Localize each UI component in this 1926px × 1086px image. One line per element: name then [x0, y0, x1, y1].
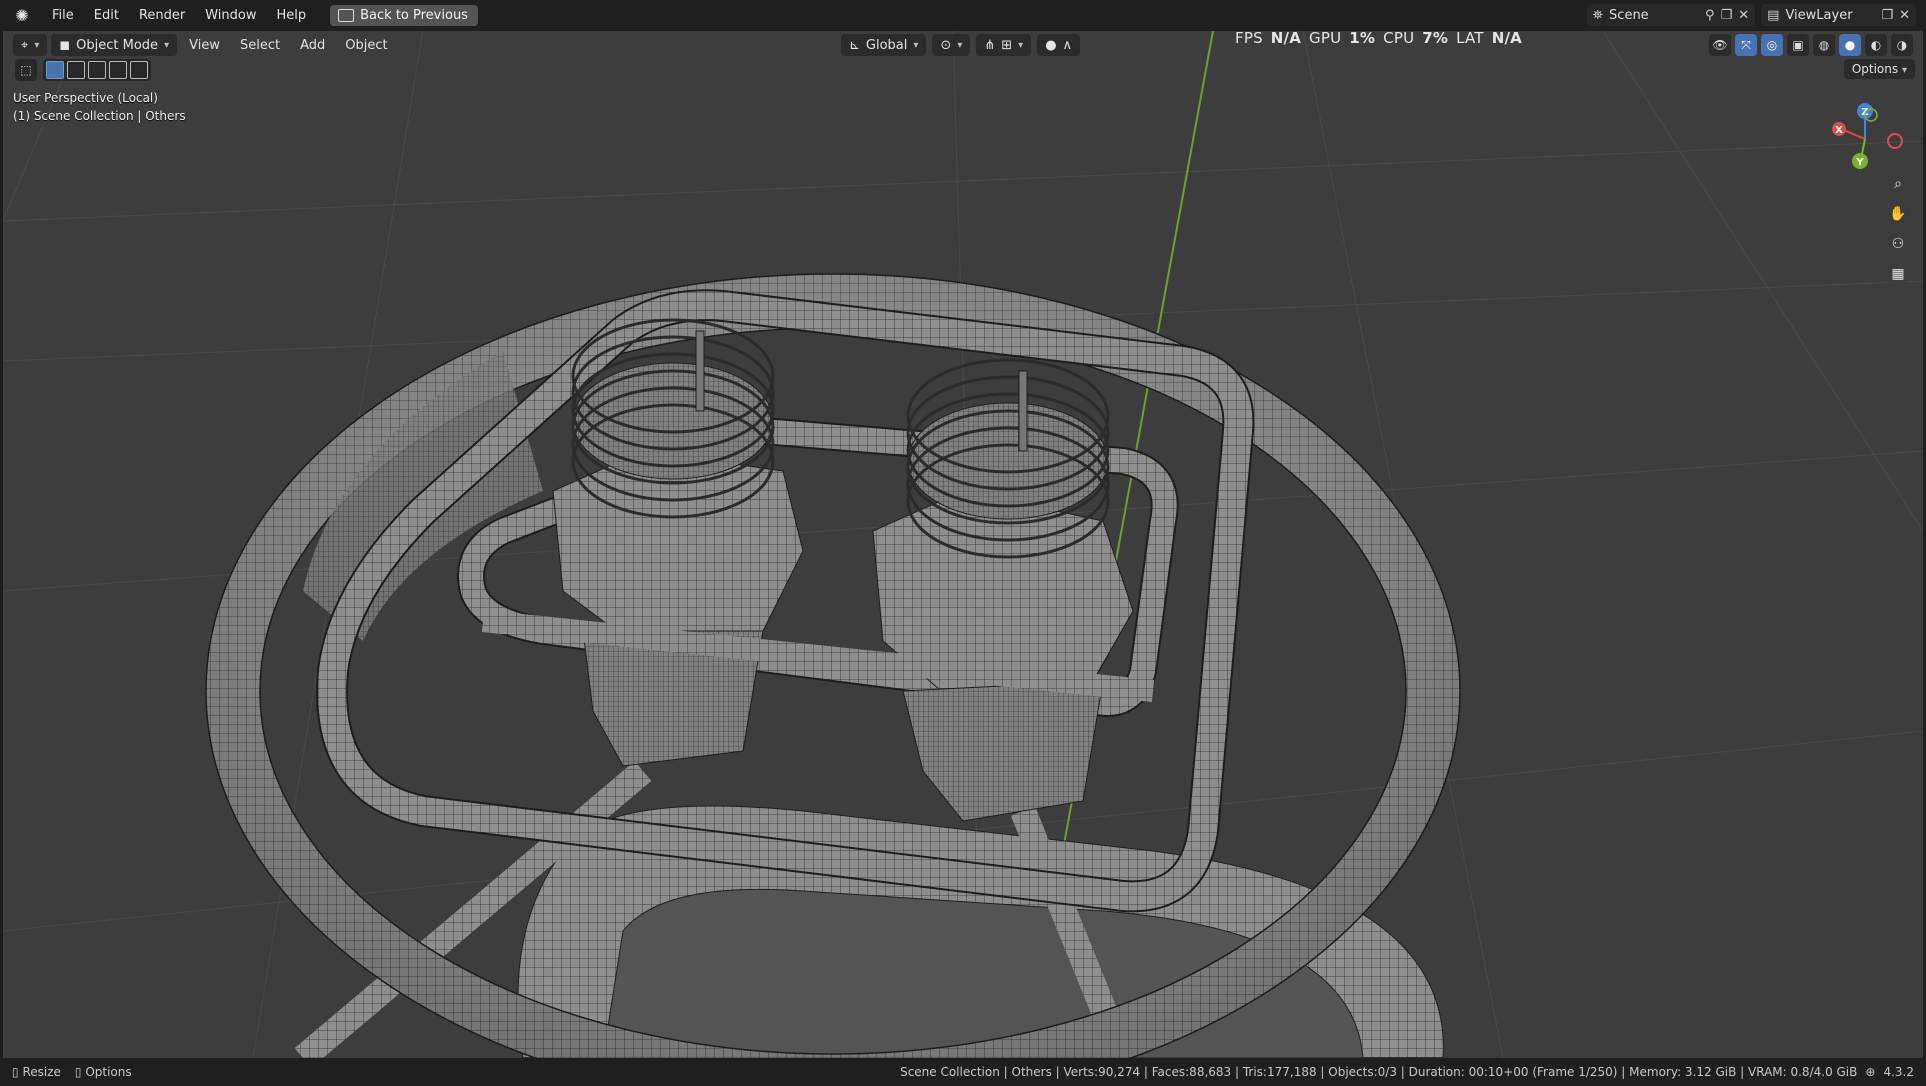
- snap-icon: ⋔: [984, 37, 996, 53]
- resize-hint: ▯ Resize: [12, 1065, 61, 1079]
- select-invert-icon[interactable]: [109, 61, 127, 79]
- gpu-value: 1%: [1349, 31, 1376, 47]
- scene-name[interactable]: Scene: [1609, 8, 1699, 23]
- snapping-dropdown[interactable]: ⋔ ⊞ ▾: [976, 34, 1032, 56]
- view-layer-name[interactable]: ViewLayer: [1785, 8, 1875, 23]
- neg-x-axis-handle[interactable]: [1887, 133, 1903, 149]
- fps-value: N/A: [1270, 31, 1302, 47]
- back-to-previous-label: Back to Previous: [360, 8, 468, 23]
- select-extend-icon[interactable]: [67, 61, 85, 79]
- back-to-previous-button[interactable]: Back to Previous: [330, 5, 478, 26]
- select-intersect-icon[interactable]: [130, 61, 148, 79]
- orientation-icon: ⊾: [849, 37, 860, 53]
- menu-render[interactable]: Render: [131, 4, 193, 27]
- transform-orientation-dropdown[interactable]: ⊾ Global ▾: [841, 34, 927, 56]
- menu-object[interactable]: Object: [337, 35, 395, 56]
- 3d-viewport[interactable]: ⌖ ▾ ◼ Object Mode ▾ View Select Add Objec…: [3, 31, 1923, 1058]
- wireframe-shading-icon[interactable]: ◍: [1813, 34, 1835, 56]
- viewport-header: ⌖ ▾ ◼ Object Mode ▾ View Select Add Objec…: [3, 31, 1923, 59]
- proportional-editing-dropdown[interactable]: ● ∧: [1037, 34, 1081, 56]
- viewport-editor-icon: ⌖: [21, 37, 29, 53]
- overlays-toggle-icon[interactable]: ◎: [1761, 34, 1783, 56]
- orientation-label: Global: [865, 37, 908, 53]
- viewport-info: User Perspective (Local) (1) Scene Colle…: [13, 89, 186, 125]
- options-hint: ▯ Options: [75, 1065, 132, 1079]
- zoom-icon[interactable]: ⌕: [1885, 171, 1911, 197]
- select-tool-icon[interactable]: ⬚: [15, 59, 37, 81]
- chevron-down-icon: ▾: [34, 39, 40, 51]
- x-axis-label: X: [1835, 125, 1843, 136]
- menu-help[interactable]: Help: [269, 4, 315, 27]
- cpu-label: CPU: [1383, 31, 1415, 47]
- blender-logo-icon[interactable]: ✺: [12, 6, 32, 26]
- gpu-label: GPU: [1309, 31, 1342, 47]
- chevron-down-icon: ▾: [1018, 39, 1024, 51]
- mouse-icon: ▯: [12, 1065, 19, 1079]
- screen-back-icon: [338, 9, 355, 22]
- object-mode-dropdown[interactable]: ◼ Object Mode ▾: [51, 34, 178, 56]
- right-emitter: [872, 358, 1134, 822]
- performance-overlay: FPS N/A GPU 1% CPU 7% LAT N/A: [1235, 31, 1522, 47]
- top-bar: ✺ File Edit Render Window Help Back to P…: [0, 0, 1926, 31]
- camera-view-icon[interactable]: ⚇: [1885, 231, 1911, 257]
- rendered-shading-icon[interactable]: ◑: [1891, 34, 1913, 56]
- network-icon: ⊕: [1865, 1065, 1876, 1079]
- menu-select[interactable]: Select: [232, 35, 288, 56]
- chevron-down-icon: ▾: [164, 39, 170, 51]
- tool-settings: ⬚: [15, 59, 151, 81]
- perspective-toggle-icon[interactable]: ▦: [1885, 261, 1911, 287]
- scene-icon: ⛯: [1592, 7, 1604, 23]
- falloff-icon: ∧: [1062, 37, 1073, 53]
- collection-name: (1) Scene Collection | Others: [13, 109, 186, 123]
- new-view-layer-icon[interactable]: ❐: [1881, 8, 1893, 23]
- menu-edit[interactable]: Edit: [86, 4, 127, 27]
- selection-mode-group: [43, 59, 151, 81]
- pin-icon[interactable]: ⚲: [1705, 8, 1715, 23]
- solid-shading-icon[interactable]: ●: [1839, 34, 1861, 56]
- chevron-down-icon: ▾: [957, 39, 963, 51]
- view-layer-icon: ▤: [1767, 7, 1780, 23]
- snap-target-icon: ⊞: [1001, 37, 1013, 53]
- y-axis-label: Y: [1855, 157, 1864, 168]
- new-scene-icon[interactable]: ❐: [1721, 8, 1733, 23]
- status-bar: ▯ Resize ▯ Options Scene Collection | Ot…: [0, 1058, 1926, 1086]
- options-dropdown[interactable]: Options ▾: [1843, 59, 1915, 79]
- xray-toggle-icon[interactable]: ▣: [1787, 34, 1809, 56]
- viewport-scene[interactable]: [3, 31, 1923, 1058]
- select-subtract-icon[interactable]: [88, 61, 106, 79]
- menu-add[interactable]: Add: [292, 35, 333, 56]
- left-emitter: [552, 318, 804, 767]
- delete-view-layer-icon[interactable]: ✕: [1899, 8, 1910, 23]
- gizmos-toggle-icon[interactable]: ⤧: [1735, 34, 1757, 56]
- view-name: User Perspective (Local): [13, 91, 158, 105]
- pivot-point-dropdown[interactable]: ⊙ ▾: [932, 34, 971, 56]
- menu-window[interactable]: Window: [197, 4, 264, 27]
- lat-value: N/A: [1491, 31, 1522, 47]
- chevron-down-icon: ▾: [913, 39, 919, 51]
- editor-type-button[interactable]: ⌖ ▾: [13, 34, 48, 56]
- pivot-icon: ⊙: [940, 37, 952, 53]
- menu-view[interactable]: View: [181, 35, 228, 56]
- mouse-icon: ▯: [74, 1065, 82, 1079]
- chevron-down-icon: ▾: [1901, 65, 1907, 76]
- object-mode-label: Object Mode: [76, 37, 159, 53]
- pan-hand-icon[interactable]: ✋: [1885, 201, 1911, 227]
- object-mode-icon: ◼: [59, 37, 71, 53]
- options-hint-label: Options: [85, 1065, 132, 1079]
- visibility-icon[interactable]: 👁: [1709, 34, 1731, 56]
- menu-file[interactable]: File: [44, 4, 82, 27]
- resize-label: Resize: [22, 1065, 61, 1079]
- lat-label: LAT: [1456, 31, 1484, 47]
- cpu-value: 7%: [1422, 31, 1449, 47]
- options-label: Options: [1851, 62, 1899, 76]
- proportional-editing-icon: ●: [1045, 37, 1057, 53]
- fps-label: FPS: [1235, 31, 1263, 47]
- scene-statistics: Scene Collection | Others | Verts:90,274…: [900, 1065, 1858, 1079]
- delete-scene-icon[interactable]: ✕: [1738, 8, 1749, 23]
- blender-version: 4.3.2: [1883, 1065, 1914, 1079]
- scene-selector[interactable]: ⛯ Scene ⚲ ❐ ✕: [1586, 4, 1756, 26]
- select-new-icon[interactable]: [46, 61, 64, 79]
- view-layer-selector[interactable]: ▤ ViewLayer ❐ ✕: [1761, 4, 1916, 26]
- material-shading-icon[interactable]: ◐: [1865, 34, 1887, 56]
